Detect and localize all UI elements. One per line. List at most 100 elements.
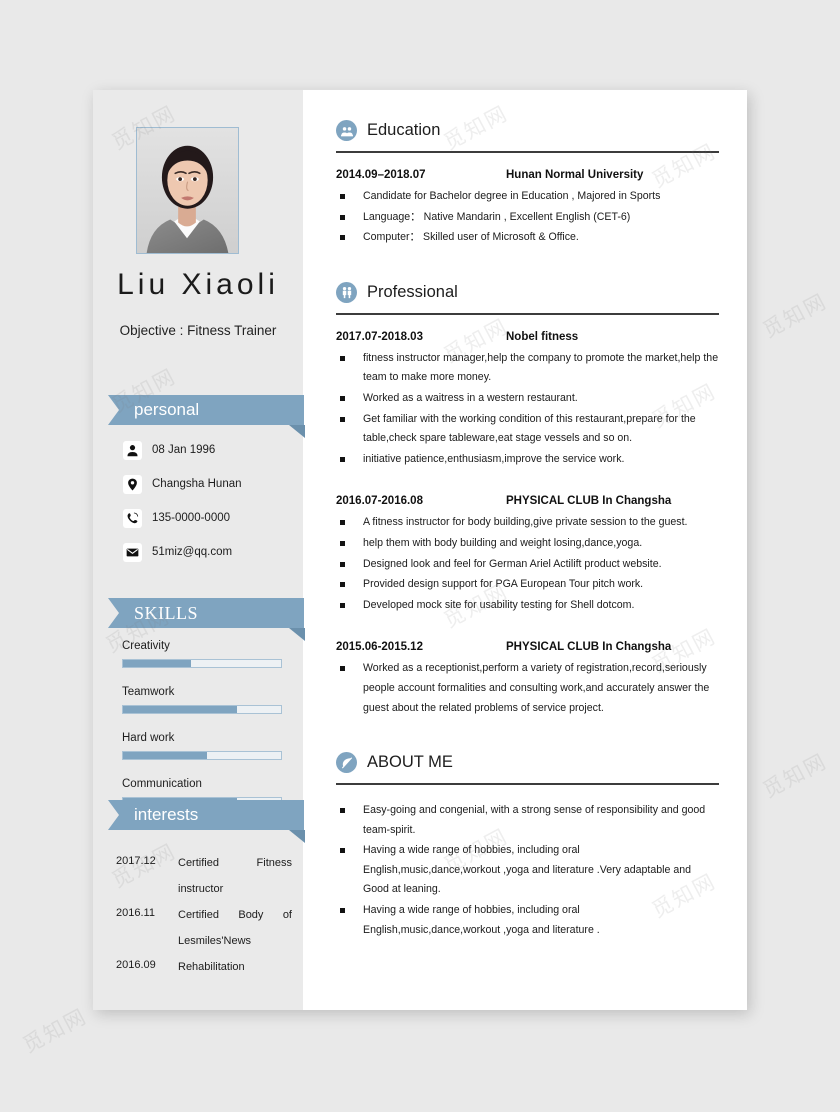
professional-entry: 2017.07-2018.03 Nobel fitness fitness in… (336, 331, 719, 470)
watermark: 觅知网 (18, 1004, 92, 1058)
list-item: 08 Jan 1996 (123, 435, 298, 465)
list-item: 2017.12 Certified Fitness (116, 855, 292, 872)
entry-organization: Hunan Normal University (506, 169, 644, 181)
entry-date: 2015.06-2015.12 (336, 641, 423, 654)
section-banner-skills: SKILLS (108, 598, 305, 641)
list-item: Worked as a receptionist,perform a varie… (336, 659, 719, 718)
list-item: help them with body building and weight … (336, 534, 719, 554)
list-item: 2016.09 Rehabilitation (116, 959, 292, 976)
list-item: Candidate for Bachelor degree in Educati… (336, 187, 719, 207)
divider (336, 312, 719, 315)
interest-desc: Rehabilitation (178, 961, 245, 974)
interest-desc: Lesmiles'News (178, 935, 252, 948)
phone-icon (123, 508, 142, 528)
interest-desc: Certified Body of (178, 909, 292, 922)
sidebar: Liu Xiaoli Objective : Fitness Trainer p… (93, 90, 305, 1010)
section-banner-personal: personal (108, 395, 305, 438)
skill-progress-track (122, 659, 282, 668)
interest-date (116, 933, 178, 950)
list-item: fitness instructor manager,help the comp… (336, 349, 719, 388)
interest-desc: Certified Fitness (178, 857, 292, 869)
objective-text: Objective : Fitness Trainer (119, 323, 277, 338)
two-people-icon (336, 281, 357, 303)
skill-item: Creativity (122, 640, 282, 668)
list-item: Having a wide range of hobbies, includin… (336, 901, 719, 940)
list-item: Computer： Skilled user of Microsoft & Of… (336, 228, 719, 248)
entry-organization: PHYSICAL CLUB In Changsha (506, 641, 672, 654)
bullet-list: Worked as a receptionist,perform a varie… (336, 659, 719, 718)
list-item: instructor (116, 881, 292, 898)
interest-date (116, 881, 178, 898)
skill-item: Hard work (122, 732, 282, 760)
section-header-education: Education (336, 120, 719, 141)
professional-entry: 2015.06-2015.12 PHYSICAL CLUB In Changsh… (336, 641, 719, 718)
list-item: initiative patience,enthusiasm,improve t… (336, 450, 719, 470)
list-item: Lesmiles'News (116, 933, 292, 950)
skill-progress-track (122, 751, 282, 760)
list-item: Provided design support for PGA European… (336, 575, 719, 595)
skill-progress-fill (123, 660, 191, 667)
bullet-list: Easy-going and congenial, with a strong … (336, 801, 719, 940)
interest-date: 2016.11 (116, 907, 155, 920)
banner-label: SKILLS (134, 603, 199, 623)
entry-date: 2016.07-2016.08 (336, 495, 423, 508)
divider (336, 151, 719, 153)
skill-progress-track (122, 705, 282, 714)
list-item: Get familiar with the working condition … (336, 410, 719, 449)
list-item: Worked as a waitress in a western restau… (336, 389, 719, 409)
entry-header: 2015.06-2015.12 PHYSICAL CLUB In Changsh… (336, 641, 719, 653)
resume-page: Liu Xiaoli Objective : Fitness Trainer p… (93, 90, 747, 1010)
list-item: Having a wide range of hobbies, includin… (336, 841, 719, 900)
divider (336, 783, 719, 786)
section-banner-interests: interests (108, 800, 305, 843)
entry-header: 2017.07-2018.03 Nobel fitness (336, 331, 719, 343)
list-item: Developed mock site for usability testin… (336, 596, 719, 616)
section-title: Professional (367, 282, 458, 301)
skill-item: Teamwork (122, 686, 282, 714)
interest-date: 2016.09 (116, 959, 156, 972)
interest-date: 2017.12 (116, 855, 156, 867)
bullet-list: fitness instructor manager,help the comp… (336, 349, 719, 470)
skill-progress-fill (123, 752, 207, 759)
personal-info-list: 08 Jan 1996 Changsha Hunan 135-0000-0000… (123, 435, 298, 571)
list-item: Changsha Hunan (123, 469, 298, 499)
list-item: Language： Native Mandarin , Excellent En… (336, 208, 719, 228)
interest-desc: instructor (178, 883, 224, 896)
feather-pen-icon (336, 752, 357, 774)
list-item: 51miz@qq.com (123, 537, 298, 567)
entry-date: 2017.07-2018.03 (336, 330, 423, 343)
skills-list: Creativity Teamwork Hard work Communicat… (122, 640, 282, 824)
professional-entry: 2016.07-2016.08 PHYSICAL CLUB In Changsh… (336, 495, 719, 615)
list-item: Designed look and feel for German Ariel … (336, 555, 719, 575)
section-title: Education (367, 121, 441, 139)
watermark: 觅知网 (758, 289, 832, 343)
entry-organization: PHYSICAL CLUB In Changsha (506, 495, 672, 508)
banner-label: interests (134, 805, 199, 824)
entry-header: 2014.09–2018.07 Hunan Normal University (336, 169, 719, 181)
bullet-list: Candidate for Bachelor degree in Educati… (336, 187, 719, 248)
section-header-professional: Professional (336, 281, 719, 303)
location-value: Changsha Hunan (152, 478, 242, 490)
portrait-photo (137, 128, 238, 253)
education-entry: 2014.09–2018.07 Hunan Normal University … (336, 169, 719, 248)
envelope-icon (123, 542, 142, 562)
list-item: Easy-going and congenial, with a strong … (336, 801, 719, 840)
skill-label: Communication (122, 778, 202, 790)
email-value: 51miz@qq.com (152, 546, 233, 558)
interests-list: 2017.12 Certified Fitness instructor 201… (116, 855, 292, 985)
location-pin-icon (123, 474, 142, 494)
list-item: A fitness instructor for body building,g… (336, 513, 719, 533)
avatar (136, 127, 239, 254)
skill-progress-fill (123, 706, 237, 713)
banner-label: personal (134, 400, 200, 419)
graduation-people-icon (336, 120, 357, 141)
skill-label: Teamwork (122, 686, 175, 698)
page-title: Liu Xiaoli (117, 268, 279, 301)
list-item: 135-0000-0000 (123, 503, 298, 533)
phone-value: 135-0000-0000 (152, 512, 231, 524)
section-header-about: ABOUT ME (336, 752, 719, 774)
birthdate-value: 08 Jan 1996 (152, 444, 216, 456)
person-icon (123, 440, 142, 460)
entry-date: 2014.09–2018.07 (336, 169, 426, 181)
section-title: ABOUT ME (367, 753, 453, 772)
